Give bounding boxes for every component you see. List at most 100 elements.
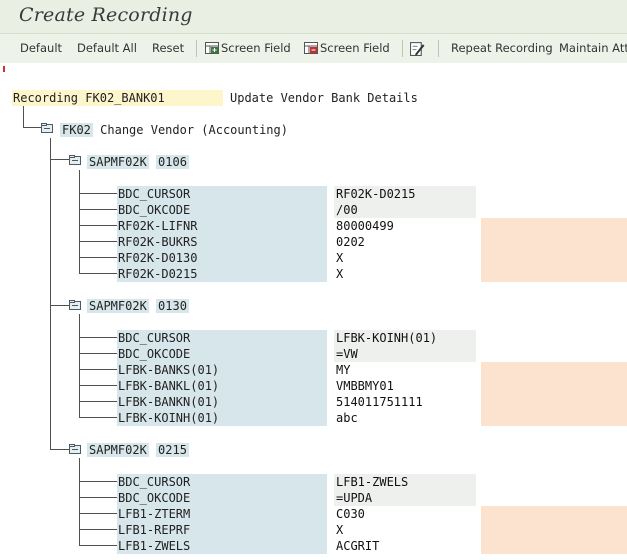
insert-screen-field-button[interactable]: Screen Field [205, 41, 291, 55]
field-value: RF02K-D0215 [334, 186, 476, 202]
field-value-extension[interactable] [481, 410, 627, 426]
field-value-extension[interactable] [481, 266, 627, 282]
tree-line [50, 305, 69, 306]
window-title: Create Recording [19, 4, 193, 26]
recording-header: Recording FK02_BANK01 [12, 90, 223, 106]
folder-icon[interactable] [69, 155, 81, 165]
field-name: RF02K-D0215 [117, 266, 327, 282]
field-name: RF02K-LIFNR [117, 218, 327, 234]
tree-line [50, 138, 51, 450]
field-value-extension[interactable] [481, 378, 627, 394]
field-name: RF02K-BUKRS [117, 234, 327, 250]
screen-node[interactable]: SAPMF02K 0215 [87, 442, 189, 458]
tree-line [50, 449, 69, 450]
field-name: BDC_OKCODE [117, 490, 327, 506]
delete-screen-field-label: Screen Field [320, 41, 390, 55]
field-value-input[interactable]: C030 [334, 506, 476, 522]
tree-line [79, 385, 117, 386]
screen-program: SAPMF02K [87, 299, 149, 313]
recording-label: Recording [13, 91, 79, 105]
field-name: LFB1-REPRF [117, 522, 327, 538]
screen-number: 0130 [156, 299, 189, 313]
screen-node[interactable]: SAPMF02K 0130 [87, 298, 189, 314]
field-name: BDC_CURSOR [117, 474, 327, 490]
tree-line [79, 353, 117, 354]
field-name: BDC_OKCODE [117, 346, 327, 362]
field-name: BDC_OKCODE [117, 202, 327, 218]
field-value-input[interactable]: ACGRIT [334, 538, 476, 554]
field-value: LFBK-KOINH(01) [334, 330, 476, 346]
field-value-extension[interactable] [481, 538, 627, 554]
field-value-extension[interactable] [481, 218, 627, 234]
tree-line [79, 417, 117, 418]
field-value: =UPDA [334, 490, 476, 506]
field-name: LFBK-BANKN(01) [117, 394, 327, 410]
recording-description: Update Vendor Bank Details [230, 91, 418, 105]
field-value-input[interactable]: 80000499 [334, 218, 476, 234]
field-value-input[interactable]: X [334, 522, 476, 538]
tree-line [79, 337, 117, 338]
default-all-button[interactable]: Default All [77, 41, 137, 55]
field-name: LFBK-BANKS(01) [117, 362, 327, 378]
edit-icon [410, 42, 425, 56]
field-value: /00 [334, 202, 476, 218]
field-value-input[interactable]: MY [334, 362, 476, 378]
tree-line [79, 497, 117, 498]
screen-program: SAPMF02K [87, 443, 149, 457]
field-value-extension[interactable] [481, 250, 627, 266]
toolbar-separator [196, 40, 197, 57]
folder-icon[interactable] [41, 123, 53, 133]
screen-number: 0106 [156, 155, 189, 169]
repeat-recording-button[interactable]: Repeat Recording [451, 41, 553, 55]
tree-line [79, 401, 117, 402]
field-value-extension[interactable] [481, 234, 627, 250]
field-value-input[interactable]: 0202 [334, 234, 476, 250]
tree-line [79, 545, 117, 546]
tree-line [79, 209, 117, 210]
default-button[interactable]: Default [20, 41, 62, 55]
transaction-node[interactable]: FK02 Change Vendor (Accounting) [60, 122, 288, 138]
field-value-input[interactable]: 514011751111 [334, 394, 476, 410]
field-value: =VW [334, 346, 476, 362]
tree-line [79, 513, 117, 514]
folder-icon[interactable] [69, 300, 81, 310]
field-value: LFB1-ZWELS [334, 474, 476, 490]
recording-name: FK02_BANK01 [85, 91, 165, 105]
field-name: LFB1-ZWELS [117, 538, 327, 554]
tree-line [79, 241, 117, 242]
reset-button[interactable]: Reset [152, 41, 184, 55]
field-value-extension[interactable] [481, 522, 627, 538]
toolbar-separator [438, 40, 439, 57]
tree-line [79, 257, 117, 258]
field-value-extension[interactable] [481, 362, 627, 378]
tree-line [79, 273, 117, 274]
field-name: LFB1-ZTERM [117, 506, 327, 522]
cursor-marker [3, 66, 5, 72]
tree-line [50, 159, 69, 160]
field-value-extension[interactable] [481, 394, 627, 410]
toolbar-separator [402, 40, 403, 57]
title-bar: Create Recording [0, 0, 627, 33]
maintain-attributes-button[interactable]: Maintain Attri [559, 41, 627, 55]
tree-line [79, 458, 80, 545]
toolbar: Default Default All Reset Screen Field S… [0, 33, 627, 64]
field-name: BDC_CURSOR [117, 186, 327, 202]
field-value-input[interactable]: X [334, 250, 476, 266]
field-value-input[interactable]: VMBBMY01 [334, 378, 476, 394]
tree-line [79, 225, 117, 226]
transaction-text: Change Vendor (Accounting) [100, 123, 288, 137]
field-name: LFBK-BANKL(01) [117, 378, 327, 394]
field-name: BDC_CURSOR [117, 330, 327, 346]
tree-line [79, 529, 117, 530]
delete-screen-field-button[interactable]: Screen Field [304, 41, 390, 55]
field-value-input[interactable]: X [334, 266, 476, 282]
screen-node[interactable]: SAPMF02K 0106 [87, 154, 189, 170]
edit-button[interactable] [410, 41, 427, 56]
field-name: RF02K-D0130 [117, 250, 327, 266]
insert-screen-field-label: Screen Field [221, 41, 291, 55]
field-value-input[interactable]: abc [334, 410, 476, 426]
field-value-extension[interactable] [481, 506, 627, 522]
folder-icon[interactable] [69, 444, 81, 454]
transaction-code: FK02 [60, 123, 93, 137]
tree-line [79, 193, 117, 194]
